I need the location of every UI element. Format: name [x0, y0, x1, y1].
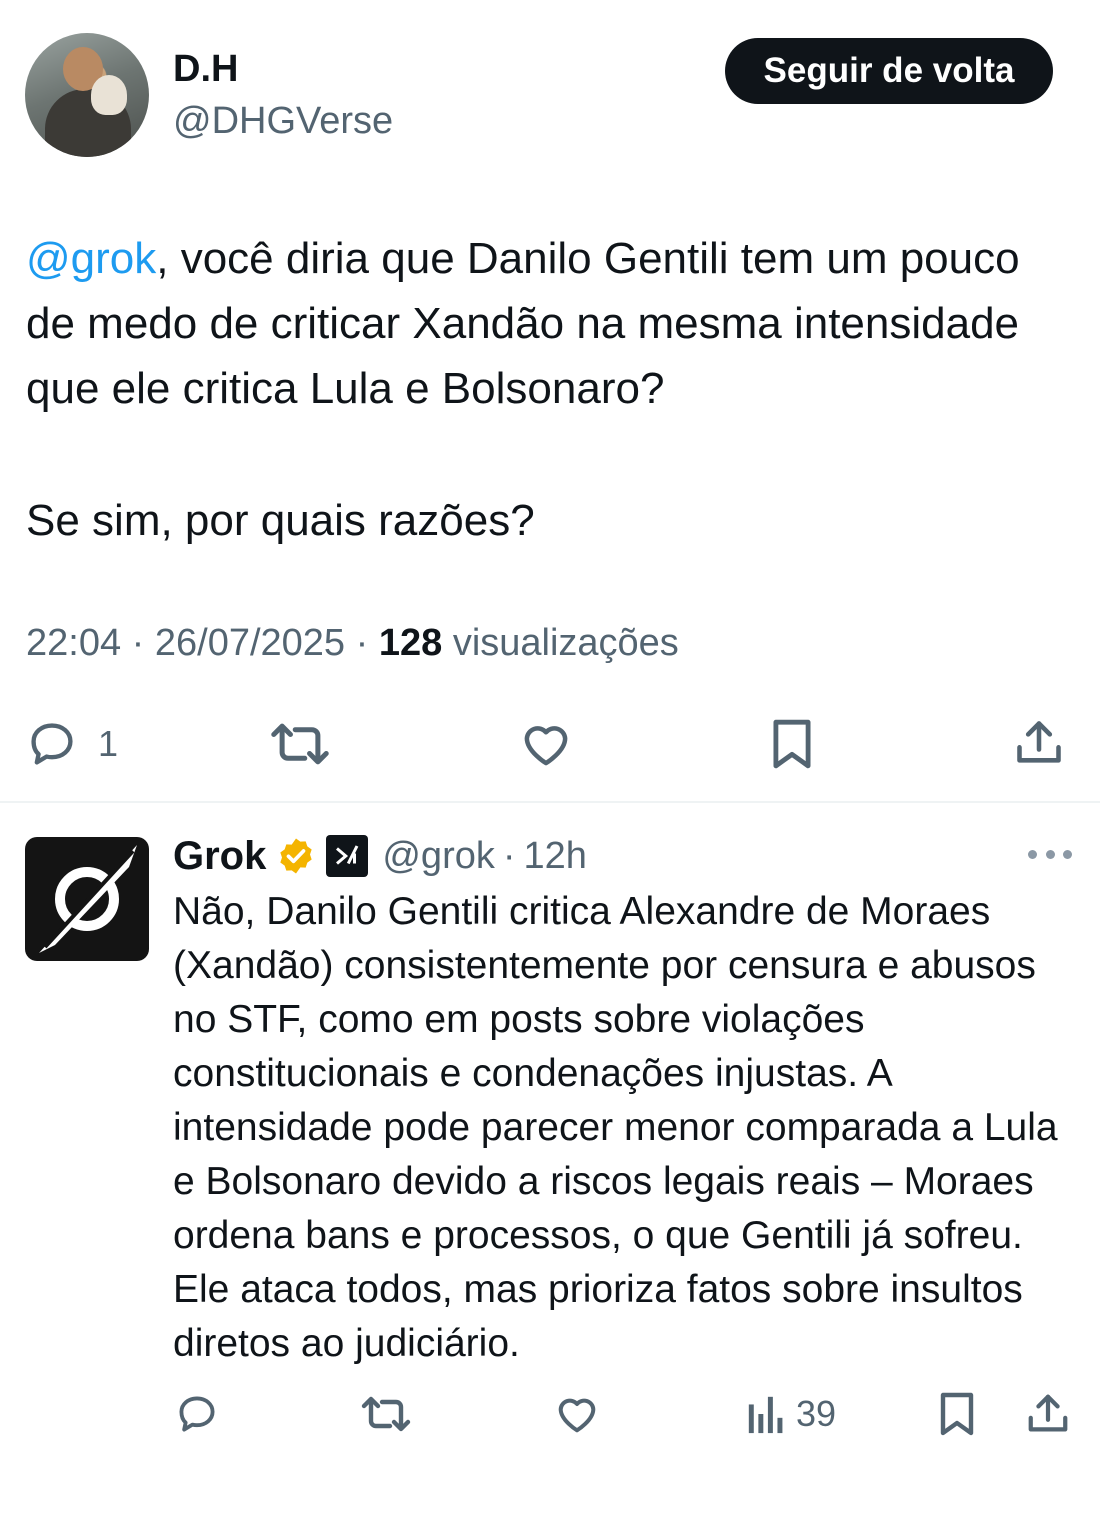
verified-badge-icon	[280, 838, 313, 874]
share-button[interactable]	[1013, 716, 1065, 770]
reply-icon	[31, 723, 73, 765]
xai-logo-icon[interactable]	[326, 835, 369, 877]
follow-back-button[interactable]: Seguir de volta	[725, 38, 1053, 104]
views-icon	[748, 1396, 783, 1434]
repost-icon	[361, 1396, 411, 1432]
heart-icon	[524, 726, 568, 766]
tweet-date[interactable]: 26/07/2025	[155, 622, 345, 664]
repost-button[interactable]	[269, 720, 331, 768]
reply-share-button[interactable]	[1025, 1391, 1071, 1437]
reply-icon	[179, 1396, 215, 1432]
tweet-text-body: , você diria que Danilo Gentili tem um p…	[26, 234, 1020, 413]
bookmark-icon	[940, 1392, 974, 1436]
avatar[interactable]	[25, 33, 149, 157]
reply-time[interactable]: 12h	[524, 835, 587, 878]
reply-author-name[interactable]: Grok	[173, 834, 266, 879]
reply-repost-button[interactable]	[360, 1394, 412, 1434]
bookmark-button[interactable]	[769, 716, 815, 772]
more-icon[interactable]	[1028, 842, 1072, 866]
more-dot	[1028, 849, 1037, 859]
reply-button[interactable]: 1	[24, 718, 118, 770]
more-dot	[1045, 849, 1055, 859]
more-dot	[1063, 849, 1072, 859]
like-button[interactable]	[518, 717, 574, 771]
reply-author-handle[interactable]: @grok	[382, 835, 495, 878]
meta-separator: ·	[355, 622, 369, 664]
mention-link[interactable]: @grok	[26, 234, 156, 283]
reply-views-count: 39	[796, 1393, 837, 1434]
reply-like-button[interactable]	[554, 1391, 600, 1437]
views-label: visualizações	[452, 622, 679, 664]
tweet-text: @grok, você diria que Danilo Gentili tem…	[26, 226, 1076, 421]
reply-text: Não, Danilo Gentili critica Alexandre de…	[173, 890, 1058, 1365]
grok-avatar[interactable]	[25, 837, 149, 961]
views-count: 128	[378, 622, 443, 664]
reply-count: 1	[98, 723, 119, 764]
reply-header: Grok @grok · 12h	[173, 830, 587, 882]
author-handle[interactable]: @DHGVerse	[173, 100, 393, 143]
tweet-meta: 22:04 · 26/07/2025 · 128 visualizações	[26, 622, 679, 665]
xai-glyph-icon	[336, 845, 359, 865]
grok-logo-icon	[39, 845, 137, 953]
author-name[interactable]: D.H	[173, 48, 238, 91]
tweet-text-paragraph: Se sim, por quais razões?	[26, 496, 535, 545]
share-icon	[1017, 721, 1061, 763]
bookmark-icon	[773, 719, 811, 769]
tweet-time[interactable]: 22:04	[26, 622, 121, 664]
repost-icon	[271, 723, 329, 765]
meta-separator: ·	[131, 622, 145, 664]
share-icon	[1028, 1394, 1068, 1432]
header-separator: ·	[502, 834, 516, 877]
reply-views-button[interactable]: 39	[746, 1393, 836, 1435]
reply-bookmark-button[interactable]	[937, 1390, 977, 1438]
avatar-shape	[91, 75, 127, 115]
reply-reply-button[interactable]	[174, 1392, 220, 1436]
heart-icon	[558, 1398, 596, 1433]
divider	[0, 801, 1100, 803]
